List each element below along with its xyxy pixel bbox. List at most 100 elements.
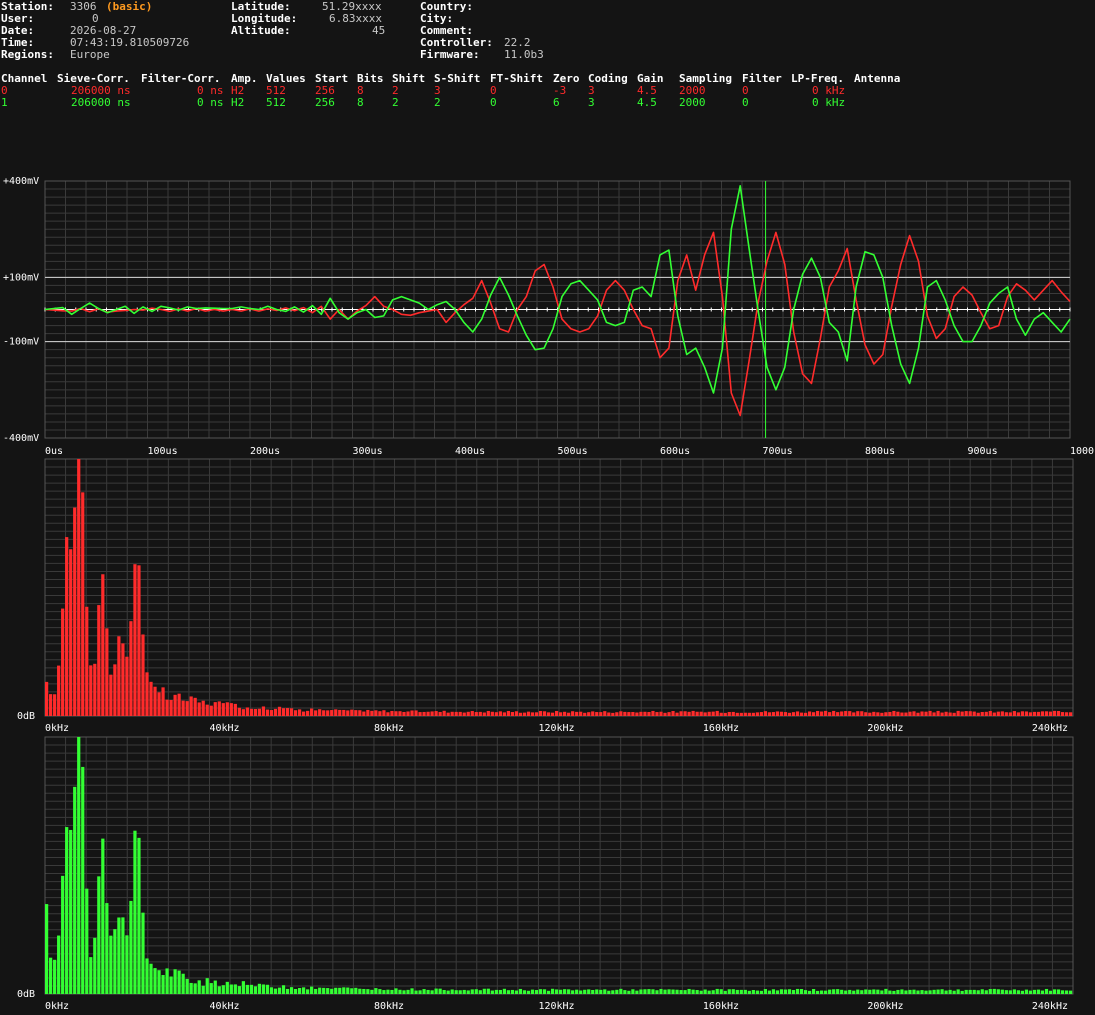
spectrum-bar [390,710,394,716]
spectrum-bar [771,989,776,994]
spectrum-bar [860,990,864,994]
spectrum-bar [952,712,956,716]
spectrum-bar [1000,711,1004,716]
spectrum-bar [81,766,85,994]
spectrum-bar [964,989,968,994]
spectrum-bar [93,663,97,716]
spectrum-bar [253,708,258,716]
spectrum-bar [514,990,519,994]
spectrum-bar [896,989,900,994]
spectrum-bar [655,712,659,716]
spectrum-bar [386,712,390,716]
spectrum-bar [783,712,788,716]
spectrum-bar [679,711,683,716]
spectrum-bar [89,957,93,994]
spectrum-bar [257,983,262,994]
spectrum-bar [996,989,1000,994]
spectrum-bar [506,710,511,716]
spectrum-bar [374,710,378,716]
spectrum-bar [49,957,53,994]
spectrum-bar [145,672,149,716]
spectrum-bar [900,712,904,716]
spectrum-bar [414,990,418,994]
spectrum-bar [350,709,354,716]
spectrum-bar [787,989,792,994]
spectrum-bar [972,989,976,994]
spectrum-bar [836,989,840,994]
spectrum-bar [522,712,527,716]
spectrum-bar [277,706,282,716]
spectrum-bar [530,989,535,994]
spectrum-bar [85,888,89,994]
spectrum-bar [984,990,988,994]
spectrum-bar [61,608,65,716]
spectrum-bar [595,989,599,994]
y-tick-label: -100mV [3,337,39,348]
spectrum-bar [1036,989,1041,994]
spectrum-bar [213,702,217,716]
spectrum-bar [366,709,370,716]
spectrum-bar [751,990,755,994]
spectrum-bar [418,712,422,716]
spectrum-bar [193,697,197,716]
spectrum-bar [988,711,992,716]
spectrum-bar [775,711,780,716]
spectrum-bar [322,987,326,994]
spectrum-bar [836,712,840,716]
spectrum-bar [699,711,703,716]
y-tick-label: -400mV [3,433,39,444]
spectrum-bar [743,712,747,716]
spectrum-bar [406,989,410,994]
spectrum-bar [667,712,671,716]
spectrum-bar [651,989,655,994]
spectrum-bar [980,989,984,994]
spectrum-bar [382,990,386,994]
spectrum-bar [1024,711,1029,716]
spectrum-bar [1048,711,1053,716]
spectrum-bar [137,837,141,994]
spectrum-bar [1044,988,1049,994]
spectrum-bar [285,708,290,716]
spectrum-bar [876,989,880,994]
spectrum-bar [494,989,498,994]
spectrum-bar [791,990,796,994]
spectrum-bar [928,710,932,716]
x-tick-label: 200kHz [867,723,903,734]
spectrum-bar [715,988,719,994]
spectrum-bar [779,989,784,994]
spectrum-bar [442,989,446,994]
spectrum-bar [177,693,181,716]
spectrum-bar [916,990,920,994]
spectrum-bar [237,986,241,994]
spectrum-bar [1064,990,1069,994]
spectrum-bar [928,990,932,994]
spectrum-bar [767,990,772,994]
spectrum-bar [699,990,703,994]
spectrum-bar [1012,989,1016,994]
spectrum-bar [269,710,274,716]
x-tick-label: 240kHz [1032,723,1068,734]
spectrum-bar [799,988,804,994]
spectrum-bar [920,711,924,716]
spectrum-bar [719,712,723,716]
spectrum-bar [374,988,378,994]
spectrum-bar [1016,712,1020,716]
spectrum-bar [880,712,884,716]
spectrum-bar [655,990,659,994]
spectrum-bar [73,786,77,994]
spectrum-bar [93,937,97,994]
spectrum-bar [703,712,707,716]
spectrum-bar [1052,710,1057,716]
spectrum-bar [165,699,169,716]
spectrum-bar [675,989,679,994]
spectrum-bar [542,711,547,716]
spectrum-bar [727,989,731,994]
x-tick-label: 1000us [1070,446,1095,457]
spectrum-bar [546,990,551,994]
spectrum-bar [799,712,804,716]
spectrum-bar [924,711,928,716]
spectrum-bar [1024,989,1029,994]
spectrum-bar [647,711,651,716]
spectrum-bar [571,711,575,716]
spectrum-bar [731,711,735,716]
